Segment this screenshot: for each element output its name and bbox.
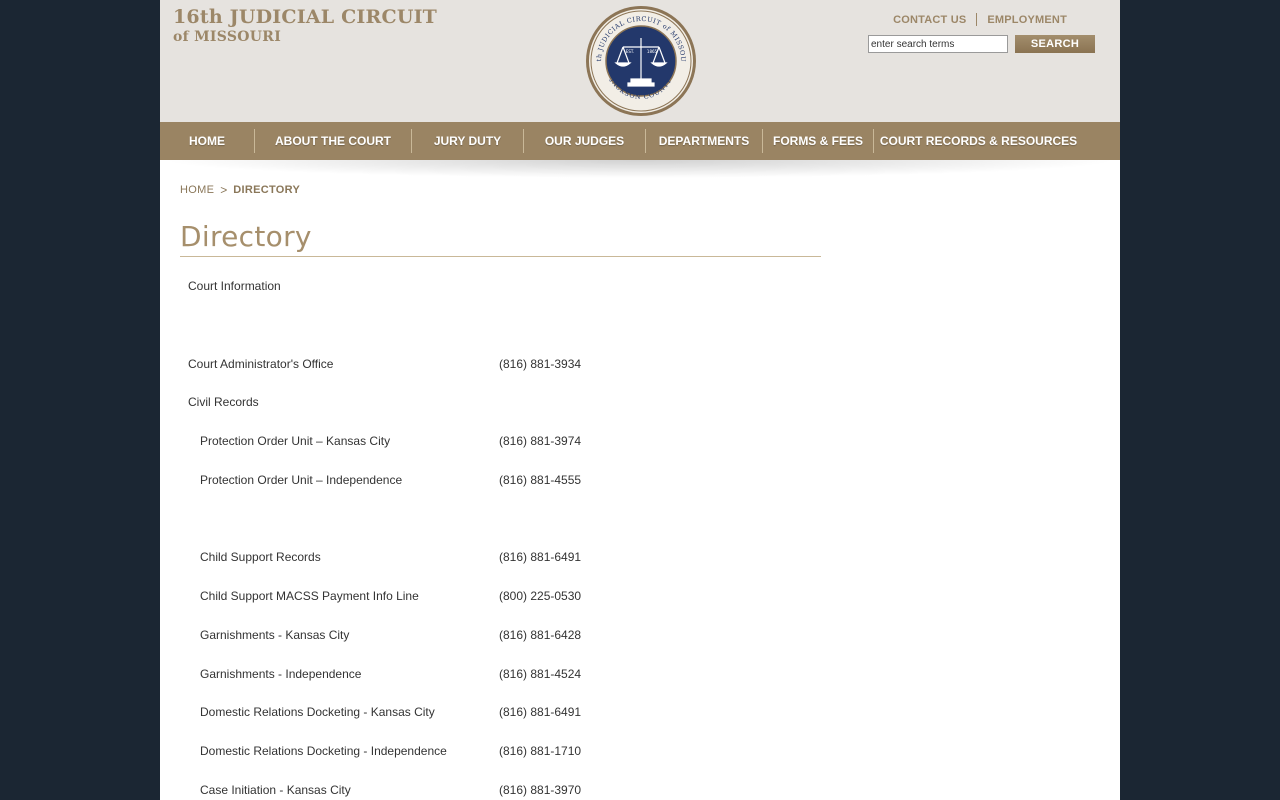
directory-row: Domestic Relations Docketing - Kansas Ci…: [160, 705, 1120, 725]
breadcrumb: HOME > DIRECTORY: [180, 183, 300, 197]
site-title-line2: of MISSOURI: [173, 29, 282, 45]
directory-label: Garnishments - Independence: [200, 667, 362, 681]
directory-row: Protection Order Unit – Kansas City (816…: [160, 434, 1120, 454]
search-form: SEARCH: [868, 35, 1095, 53]
directory-label: Child Support MACSS Payment Info Line: [200, 589, 419, 603]
directory-row: Court Information: [160, 279, 1120, 299]
court-seal-logo[interactable]: 16th JUDICIAL CIRCUIT of MISSOURI JACKSO…: [585, 5, 697, 117]
breadcrumb-separator: >: [220, 183, 228, 197]
directory-phone: (816) 881-6428: [499, 628, 582, 642]
directory-label: Protection Order Unit – Independence: [200, 473, 403, 487]
directory-label: Civil Records: [188, 395, 259, 409]
seal-est: EST.: [626, 49, 634, 54]
directory-phone: (816) 881-3934: [499, 357, 582, 371]
nav-court-records-resources[interactable]: COURT RECORDS & RESOURCES: [874, 122, 1083, 160]
directory-phone: (816) 881-4555: [499, 473, 582, 487]
utility-nav: CONTACT US EMPLOYMENT: [893, 13, 1067, 26]
directory-phone: (816) 881-3970: [499, 783, 582, 797]
site-header: 16th JUDICIAL CIRCUIT of MISSOURI 16th J…: [160, 0, 1120, 122]
main-nav: HOME ABOUT THE COURT JURY DUTY OUR JUDGE…: [160, 122, 1120, 160]
directory-label: Domestic Relations Docketing - Independe…: [200, 744, 447, 758]
nav-our-judges[interactable]: OUR JUDGES: [524, 122, 645, 160]
directory-row: Child Support Records (816) 881-6491: [160, 550, 1120, 570]
search-input[interactable]: [868, 35, 1008, 53]
employment-link[interactable]: EMPLOYMENT: [987, 14, 1067, 26]
search-button[interactable]: SEARCH: [1015, 35, 1095, 53]
breadcrumb-current: DIRECTORY: [233, 184, 301, 196]
directory-row: Court Administrator's Office (816) 881-3…: [160, 357, 1120, 377]
nav-jury-duty[interactable]: JURY DUTY: [412, 122, 523, 160]
directory-phone: (816) 881-4524: [499, 667, 582, 681]
directory-row: Garnishments - Kansas City (816) 881-642…: [160, 628, 1120, 648]
site-title-logo[interactable]: 16th JUDICIAL CIRCUIT of MISSOURI: [173, 6, 438, 45]
page-title: Directory: [180, 220, 312, 253]
nav-shadow: [160, 160, 1120, 178]
directory-row: Civil Records: [160, 395, 1120, 415]
directory-label: Domestic Relations Docketing - Kansas Ci…: [200, 705, 435, 719]
directory-label: Court Administrator's Office: [188, 357, 334, 371]
utility-divider: [976, 13, 978, 26]
page-container: 16th JUDICIAL CIRCUIT of MISSOURI 16th J…: [160, 0, 1120, 800]
directory-label: Garnishments - Kansas City: [200, 628, 350, 642]
directory-phone: (816) 881-3974: [499, 434, 582, 448]
site-title-line1: 16th JUDICIAL CIRCUIT: [173, 6, 438, 28]
title-divider: [180, 256, 821, 257]
directory-label: Court Information: [188, 279, 281, 293]
directory-label: Case Initiation - Kansas City: [200, 783, 351, 797]
nav-about-the-court[interactable]: ABOUT THE COURT: [255, 122, 411, 160]
directory-row: Case Initiation - Kansas City (816) 881-…: [160, 783, 1120, 800]
directory-label: Child Support Records: [200, 550, 321, 564]
directory-phone: (816) 881-6491: [499, 705, 582, 719]
directory-row: Child Support MACSS Payment Info Line (8…: [160, 589, 1120, 609]
breadcrumb-home-link[interactable]: HOME: [180, 184, 214, 196]
directory-phone: (816) 881-1710: [499, 744, 582, 758]
directory-phone: (816) 881-6491: [499, 550, 582, 564]
nav-departments[interactable]: DEPARTMENTS: [646, 122, 762, 160]
directory-row: Protection Order Unit – Independence (81…: [160, 473, 1120, 493]
directory-row: Domestic Relations Docketing - Independe…: [160, 744, 1120, 764]
nav-forms-and-fees[interactable]: FORMS & FEES: [763, 122, 873, 160]
seal-year: 1865: [647, 49, 658, 54]
nav-home[interactable]: HOME: [160, 122, 254, 160]
directory-row: Garnishments - Independence (816) 881-45…: [160, 667, 1120, 687]
contact-us-link[interactable]: CONTACT US: [893, 14, 966, 26]
directory-label: Protection Order Unit – Kansas City: [200, 434, 391, 448]
directory-phone: (800) 225-0530: [499, 589, 582, 603]
